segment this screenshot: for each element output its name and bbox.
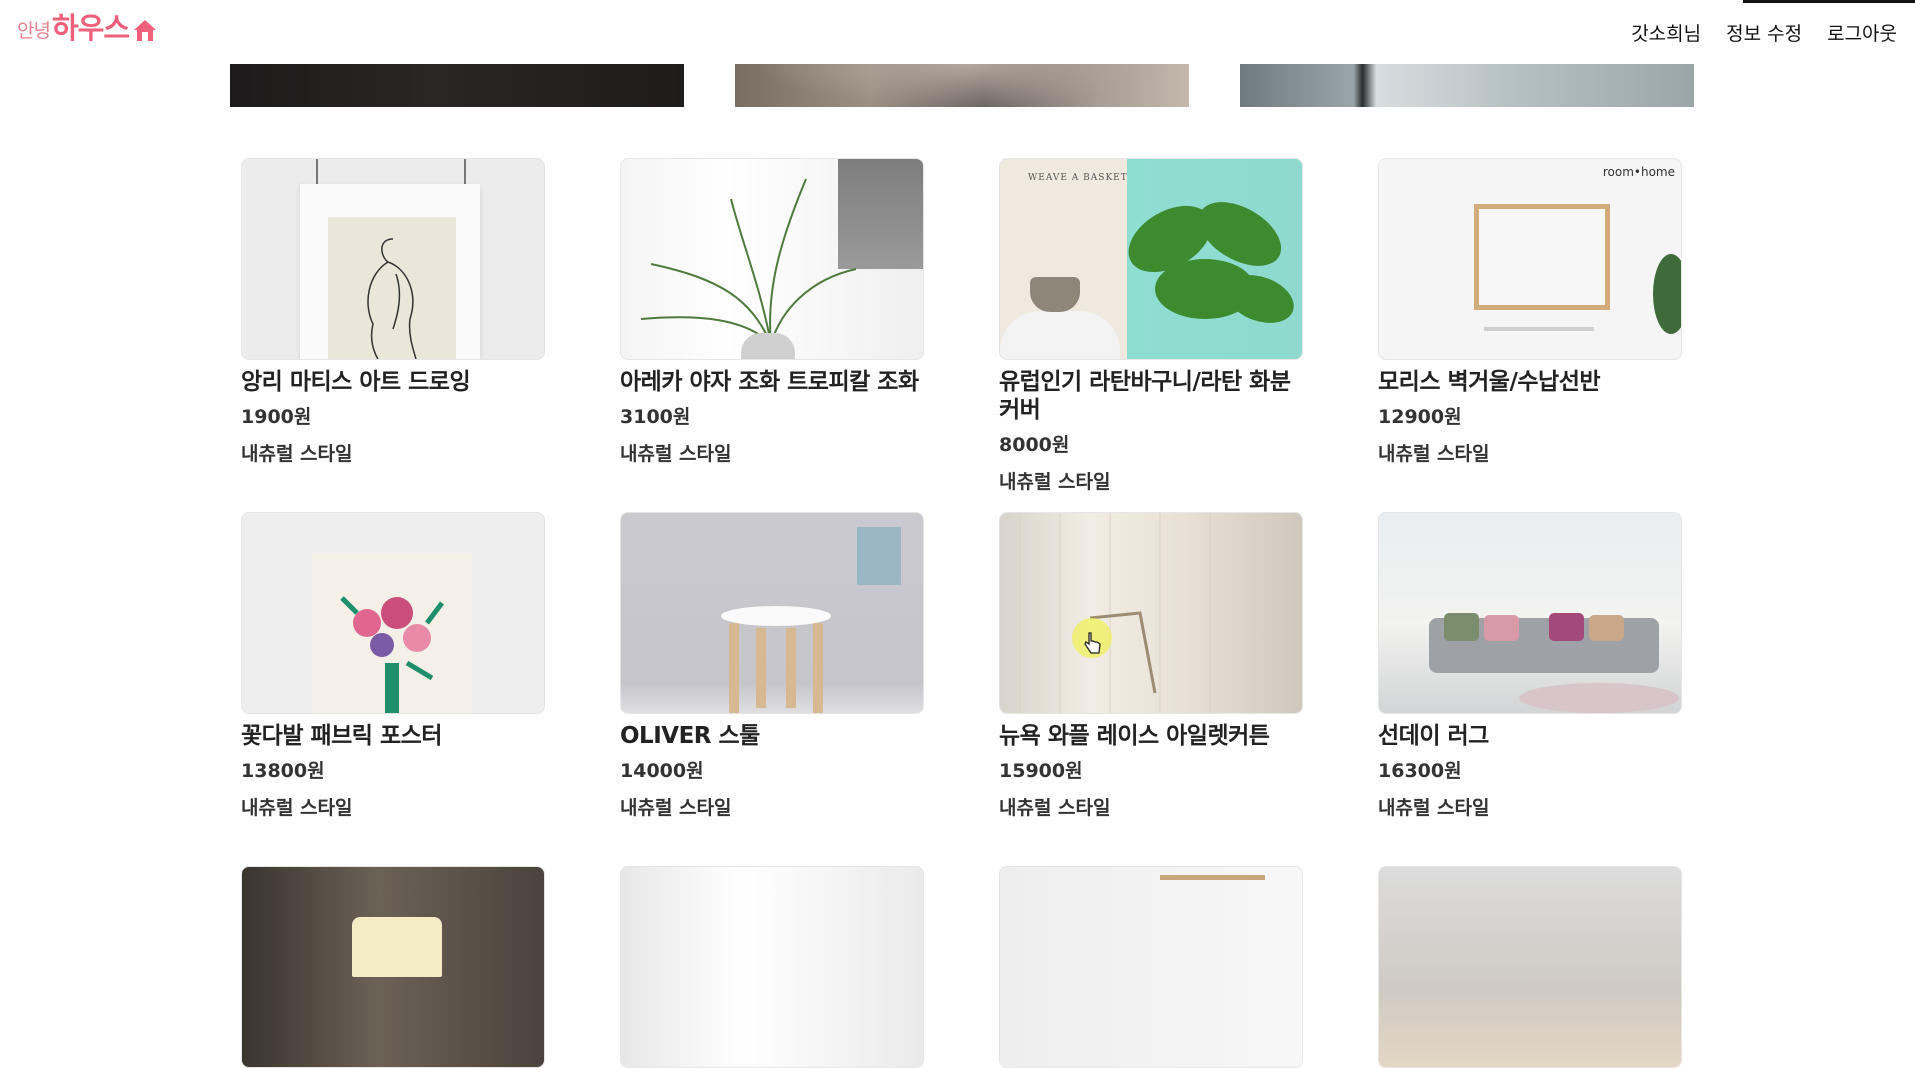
product-price: 8000원 — [999, 434, 1070, 456]
top-navigation: 안녕 하우스 갓소희님 정보 수정 로그아웃 — [0, 0, 1915, 62]
product-card[interactable]: 아레카 야자 조화 트로피칼 조화 3100원 내츄럴 스타일 — [620, 158, 924, 466]
product-name[interactable]: 아레카 야자 조화 트로피칼 조화 — [620, 368, 924, 396]
product-style: 내츄럴 스타일 — [620, 797, 732, 819]
product-card[interactable]: 앙리 마티스 아트 드로잉 1900원 내츄럴 스타일 — [241, 158, 545, 466]
product-name[interactable]: 선데이 러그 — [1378, 722, 1682, 750]
logo-title: 하우스 — [51, 11, 130, 45]
product-image[interactable] — [1378, 512, 1682, 714]
product-image[interactable] — [999, 866, 1303, 1068]
product-style: 내츄럴 스타일 — [1378, 443, 1490, 465]
product-name[interactable]: 앙리 마티스 아트 드로잉 — [241, 368, 545, 396]
user-name-link[interactable]: 갓소희님 — [1631, 19, 1701, 46]
product-style: 내츄럴 스타일 — [999, 471, 1111, 493]
logout-link[interactable]: 로그아웃 — [1827, 19, 1897, 46]
product-card[interactable] — [620, 866, 924, 1068]
product-image[interactable] — [999, 512, 1303, 714]
product-image[interactable] — [241, 158, 545, 360]
product-card[interactable]: room•home 모리스 벽거울/수납선반 12900원 내츄럴 스타일 — [1378, 158, 1682, 466]
product-image[interactable] — [241, 512, 545, 714]
product-name[interactable]: 뉴욕 와플 레이스 아일렛커튼 — [999, 722, 1303, 750]
product-image[interactable] — [1378, 866, 1682, 1068]
product-price: 1900원 — [241, 406, 312, 428]
product-card[interactable]: 뉴욕 와플 레이스 아일렛커튼 15900원 내츄럴 스타일 — [999, 512, 1303, 820]
edit-profile-link[interactable]: 정보 수정 — [1726, 19, 1802, 46]
product-name[interactable]: OLIVER 스툴 — [620, 722, 924, 750]
product-style: 내츄럴 스타일 — [999, 797, 1111, 819]
product-card[interactable] — [999, 866, 1303, 1068]
product-price: 14000원 — [620, 760, 704, 782]
product-name[interactable]: 유럽인기 라탄바구니/라탄 화분커버 — [999, 368, 1303, 424]
product-style: 내츄럴 스타일 — [1378, 797, 1490, 819]
banner-image-2[interactable] — [735, 64, 1189, 107]
product-name[interactable]: 모리스 벽거울/수납선반 — [1378, 368, 1682, 396]
banner-image-3[interactable] — [1240, 64, 1694, 107]
product-card[interactable]: 꽃다발 패브릭 포스터 13800원 내츄럴 스타일 — [241, 512, 545, 820]
product-name[interactable]: 꽃다발 패브릭 포스터 — [241, 722, 545, 750]
product-card[interactable]: 선데이 러그 16300원 내츄럴 스타일 — [1378, 512, 1682, 820]
product-style: 내츄럴 스타일 — [241, 443, 353, 465]
logo-greeting: 안녕 — [17, 20, 51, 42]
banner-image-1[interactable] — [230, 64, 684, 107]
product-image[interactable]: room•home — [1378, 158, 1682, 360]
product-card[interactable] — [241, 866, 545, 1068]
product-style: 내츄럴 스타일 — [241, 797, 353, 819]
user-menu: 갓소희님 정보 수정 로그아웃 — [1631, 19, 1897, 46]
product-price: 13800원 — [241, 760, 325, 782]
product-image[interactable] — [620, 158, 924, 360]
product-image[interactable]: WEAVE A BASKET — [999, 158, 1303, 360]
product-image[interactable] — [620, 866, 924, 1068]
product-style: 내츄럴 스타일 — [620, 443, 732, 465]
product-price: 3100원 — [620, 406, 691, 428]
site-logo[interactable]: 안녕 하우스 — [17, 14, 158, 43]
product-image[interactable] — [241, 866, 545, 1068]
product-card[interactable]: WEAVE A BASKET 유럽인기 라탄바구니/라탄 화분커버 8000원 … — [999, 158, 1303, 494]
house-icon — [134, 20, 157, 41]
hand-cursor-icon — [1084, 632, 1101, 654]
product-price: 12900원 — [1378, 406, 1462, 428]
product-card[interactable] — [1378, 866, 1682, 1068]
product-price: 15900원 — [999, 760, 1083, 782]
product-price: 16300원 — [1378, 760, 1462, 782]
product-card[interactable]: OLIVER 스툴 14000원 내츄럴 스타일 — [620, 512, 924, 820]
brand-watermark: room•home — [1602, 165, 1675, 179]
product-image[interactable] — [620, 512, 924, 714]
